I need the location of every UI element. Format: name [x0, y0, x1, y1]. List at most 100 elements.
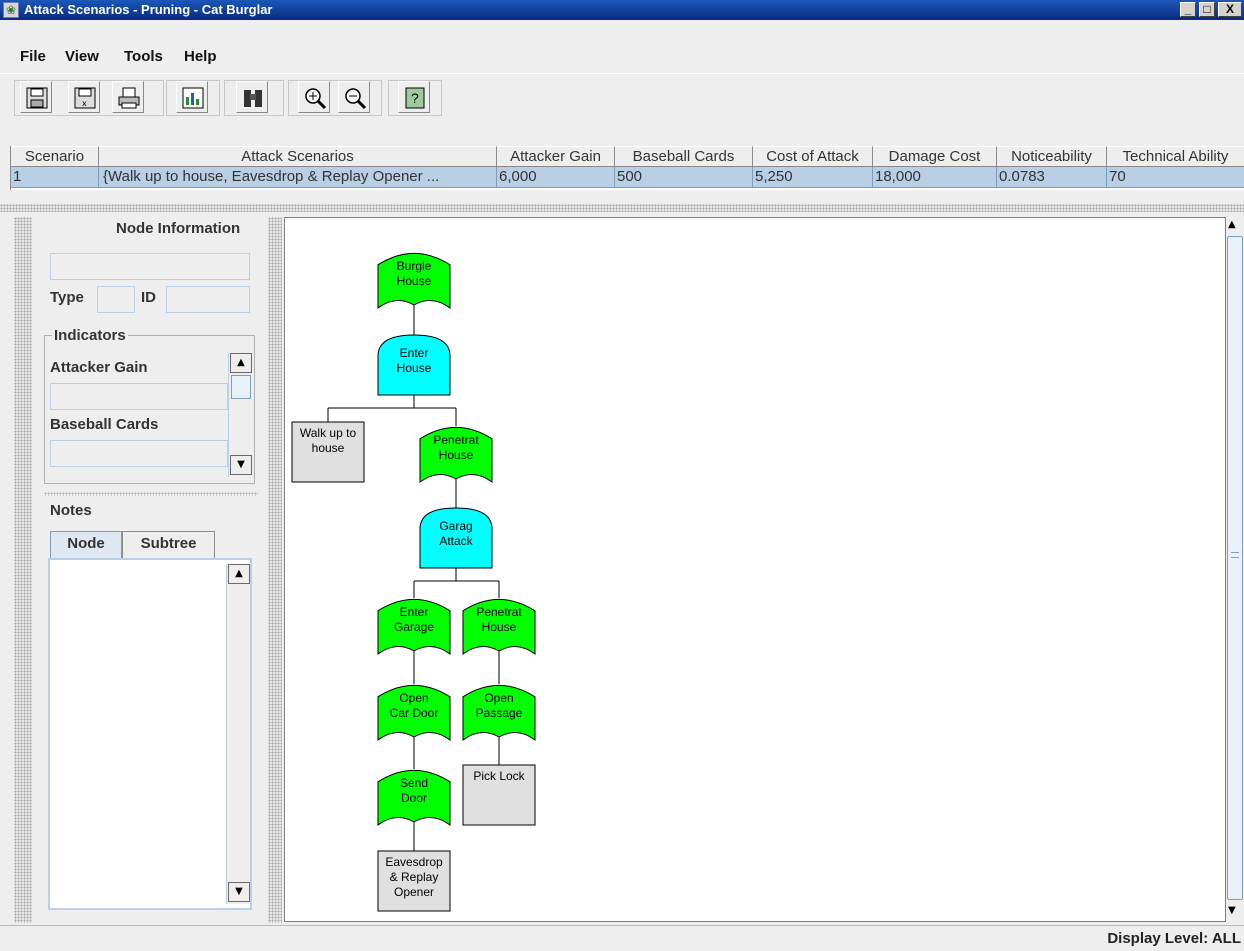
- minimize-button[interactable]: _: [1180, 2, 1196, 17]
- leaf-node[interactable]: Walk up tohouse: [291, 421, 365, 483]
- id-field[interactable]: [166, 286, 250, 313]
- attacker-gain-label: Attacker Gain: [50, 359, 148, 376]
- node-label: house: [312, 441, 345, 455]
- type-field[interactable]: [97, 286, 135, 313]
- svg-text:?: ?: [411, 90, 419, 106]
- scroll-up-icon[interactable]: ▲: [228, 564, 250, 584]
- close-button[interactable]: X: [1218, 2, 1242, 17]
- maximize-button[interactable]: □: [1199, 2, 1215, 17]
- node-label: Penetrat: [433, 433, 479, 447]
- scroll-down-icon[interactable]: ▼: [228, 882, 250, 902]
- and-node[interactable]: EnterHouse: [377, 334, 451, 396]
- table-cell[interactable]: 18,000: [873, 167, 997, 188]
- node-label: & Replay: [390, 870, 439, 884]
- attacker-gain-field[interactable]: [50, 383, 228, 410]
- panel-splitter[interactable]: [268, 217, 282, 923]
- node-label: Burgle: [397, 259, 432, 273]
- menu-file[interactable]: File: [20, 48, 46, 65]
- save-icon[interactable]: [20, 81, 52, 113]
- notes-separator: [44, 492, 258, 496]
- left-panel-grip[interactable]: [14, 217, 32, 923]
- tab-node[interactable]: Node: [50, 531, 122, 559]
- node-label: Penetrat: [476, 605, 522, 619]
- and-node[interactable]: GaragAttack: [419, 507, 493, 569]
- notes-heading: Notes: [50, 502, 92, 519]
- or-node[interactable]: PenetratHouse: [419, 427, 493, 483]
- node-label: House: [397, 274, 432, 288]
- menu-help[interactable]: Help: [184, 48, 217, 65]
- node-label: Eavesdrop: [385, 855, 443, 869]
- display-level-status: Display Level: ALL: [1107, 930, 1241, 947]
- table-cell[interactable]: 5,250: [753, 167, 873, 188]
- notes-text-area[interactable]: [48, 558, 252, 910]
- canvas-scroll-thumb[interactable]: [1227, 236, 1243, 900]
- leaf-node[interactable]: Eavesdrop& ReplayOpener: [377, 850, 451, 912]
- status-bar: [0, 925, 1244, 951]
- attack-tree-canvas[interactable]: Burgle House Enter House Walk up to house Pene…: [284, 217, 1226, 922]
- binoculars-icon[interactable]: [236, 81, 268, 113]
- scenario-table: Scenario Attack Scenarios Attacker Gain …: [10, 146, 1244, 190]
- node-name-field[interactable]: [50, 253, 250, 280]
- save-as-icon[interactable]: x: [68, 81, 100, 113]
- notes-scrollbar[interactable]: ▲ ▼: [226, 564, 250, 904]
- node-information-heading: Node Information: [116, 220, 241, 237]
- column-header[interactable]: Attack Scenarios: [99, 146, 497, 167]
- or-node[interactable]: OpenPassage: [462, 685, 536, 741]
- or-node[interactable]: BurgleHouse: [377, 253, 451, 309]
- leaf-node[interactable]: Pick Lock: [462, 764, 536, 826]
- node-label: Opener: [394, 885, 434, 899]
- scroll-up-icon[interactable]: ▲: [1228, 219, 1236, 230]
- node-label: Garage: [394, 620, 434, 634]
- node-label: Open: [484, 691, 513, 705]
- node-label: House: [482, 620, 517, 634]
- scroll-up-icon[interactable]: ▲: [230, 353, 252, 373]
- table-cell[interactable]: 70: [1107, 167, 1244, 188]
- toolbar: x ?: [0, 75, 1244, 145]
- zoom-out-icon[interactable]: [338, 81, 370, 113]
- node-label: House: [439, 448, 474, 462]
- menu-view[interactable]: View: [65, 48, 99, 65]
- table-cell[interactable]: 1: [11, 167, 99, 188]
- column-header[interactable]: Damage Cost: [873, 146, 997, 167]
- column-header[interactable]: Noticeability: [997, 146, 1107, 167]
- node-label: Walk up to: [300, 426, 357, 440]
- baseball-cards-field[interactable]: [50, 440, 228, 467]
- or-node[interactable]: OpenCar Door: [377, 685, 451, 741]
- or-node[interactable]: SendDoor: [377, 770, 451, 826]
- scroll-thumb[interactable]: [231, 375, 251, 399]
- table-cell[interactable]: 500: [615, 167, 753, 188]
- table-cell[interactable]: {Walk up to house, Eavesdrop & Replay Op…: [99, 167, 497, 188]
- node-label: Enter: [400, 605, 429, 619]
- node-label: Send: [400, 776, 428, 790]
- attack-tree: BurgleHouseEnterHouseWalk up tohousePene…: [291, 253, 536, 912]
- column-header[interactable]: Cost of Attack: [753, 146, 873, 167]
- scroll-down-icon[interactable]: ▼: [230, 455, 252, 475]
- zoom-in-icon[interactable]: [298, 81, 330, 113]
- column-header[interactable]: Technical Ability: [1107, 146, 1244, 167]
- column-header[interactable]: Attacker Gain: [497, 146, 615, 167]
- node-label: House: [397, 361, 432, 375]
- print-icon[interactable]: [112, 81, 144, 113]
- node-label: Open: [399, 691, 428, 705]
- or-node[interactable]: EnterGarage: [377, 599, 451, 655]
- node-label: Garag: [439, 519, 472, 533]
- title-bar: ❀ Attack Scenarios - Pruning - Cat Burgl…: [0, 0, 1244, 20]
- node-label: Enter: [400, 346, 429, 360]
- help-icon[interactable]: ?: [398, 81, 430, 113]
- split-pane-divider[interactable]: [0, 204, 1244, 212]
- window-title: Attack Scenarios - Pruning - Cat Burglar: [24, 2, 273, 17]
- column-header[interactable]: Scenario: [11, 146, 99, 167]
- scroll-down-icon[interactable]: ▼: [1228, 905, 1236, 916]
- table-cell[interactable]: 0.0783: [997, 167, 1107, 188]
- column-header[interactable]: Baseball Cards: [615, 146, 753, 167]
- id-label: ID: [141, 289, 156, 306]
- or-node[interactable]: PenetratHouse: [462, 599, 536, 655]
- menu-tools[interactable]: Tools: [124, 48, 163, 65]
- node-label: Pick Lock: [473, 769, 525, 783]
- chart-icon[interactable]: [176, 81, 208, 113]
- indicators-scrollbar[interactable]: ▲ ▼: [228, 353, 252, 477]
- tab-subtree[interactable]: Subtree: [122, 531, 215, 558]
- table-cell[interactable]: 6,000: [497, 167, 615, 188]
- node-label: Passage: [476, 706, 523, 720]
- node-label: Door: [401, 791, 427, 805]
